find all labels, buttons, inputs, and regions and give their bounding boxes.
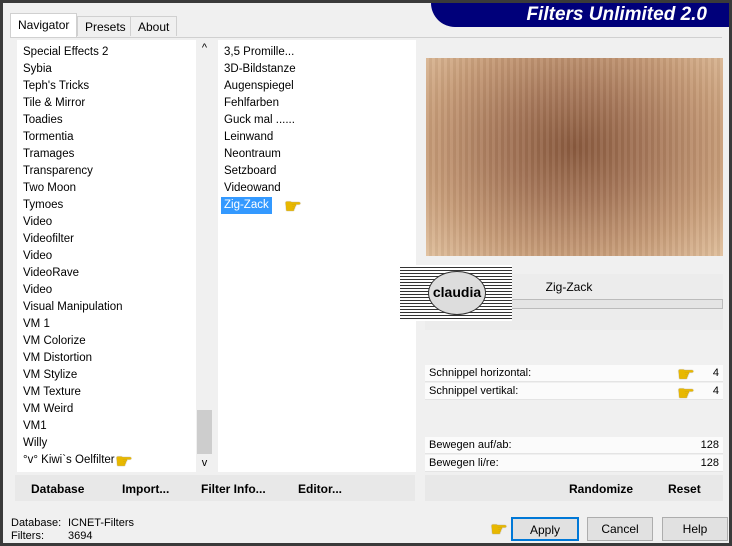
category-item[interactable]: Willy [17,435,213,452]
watermark-logo: claudia [400,265,512,321]
filter-item[interactable]: Neontraum [218,146,416,163]
status-filters-value: 3694 [68,530,93,542]
tab-presets[interactable]: Presets [77,16,134,36]
filter-item-label: Zig-Zack [221,197,272,214]
category-item[interactable]: Tramages [17,146,213,163]
filter-item-label: 3,5 Promille... [224,46,295,58]
category-item[interactable]: Two Moon [17,180,213,197]
filters-unlimited-window: Filters Unlimited 2.0 Navigator Presets … [3,3,729,543]
category-item[interactable]: Tile & Mirror [17,95,213,112]
category-item[interactable]: VM Weird [17,401,213,418]
category-item[interactable]: VM1 [17,418,213,435]
category-item[interactable]: VM Stylize [17,367,213,384]
filter-item[interactable]: Setzboard [218,163,416,180]
category-item[interactable]: VM Colorize [17,333,213,350]
filter-item-label: 3D-Bildstanze [224,63,296,75]
randomize-button[interactable]: Randomize [569,482,633,496]
category-item[interactable]: VideoRave [17,265,213,282]
category-item[interactable]: VM Distortion [17,350,213,367]
title-banner: Filters Unlimited 2.0 [431,3,729,27]
scroll-up-icon[interactable]: ^ [196,42,213,54]
filter-item-label: Fehlfarben [224,97,279,109]
category-item[interactable]: Special Effects 2 [17,44,213,61]
category-item[interactable]: Videofilter [17,231,213,248]
filter-info-button[interactable]: Filter Info... [201,482,266,496]
pointing-hand-icon: ☛ [284,196,302,218]
category-item[interactable]: Video [17,214,213,231]
left-button-bar: Database Import... Filter Info... Editor… [15,475,415,501]
filter-item[interactable]: Fehlfarben [218,95,416,112]
category-item[interactable]: Tormentia [17,129,213,146]
filter-item[interactable]: Videowand [218,180,416,197]
filter-item[interactable]: 3D-Bildstanze [218,61,416,78]
filter-item-label: Videowand [224,182,281,194]
filter-item[interactable]: Zig-Zack [218,197,416,214]
category-item[interactable]: Visual Manipulation [17,299,213,316]
filter-item[interactable]: Guck mal ...... [218,112,416,129]
filter-item-label: Setzboard [224,165,277,177]
category-item[interactable]: Toadies [17,112,213,129]
category-item[interactable]: Sybia [17,61,213,78]
help-button[interactable]: Help [662,517,728,541]
reset-button[interactable]: Reset [668,482,701,496]
filter-item-label: Neontraum [224,148,281,160]
param-bewegen-li-re[interactable]: Bewegen li/re: 128 [425,455,723,472]
filter-item[interactable]: Augenspiegel [218,78,416,95]
category-item[interactable]: Video [17,282,213,299]
pointing-hand-icon: ☛ [677,364,695,386]
filter-item[interactable]: Leinwand [218,129,416,146]
cancel-button[interactable]: Cancel [587,517,653,541]
import-button[interactable]: Import... [122,482,169,496]
category-item[interactable]: Tymoes [17,197,213,214]
scroll-down-icon[interactable]: v [196,457,213,469]
status-database-label: Database: [11,517,62,529]
param-bewegen-auf-ab[interactable]: Bewegen auf/ab: 128 [425,437,723,454]
filter-list[interactable]: 3,5 Promille... 3D-Bildstanze Augenspiegel… [218,40,416,472]
filter-item-label: Leinwand [224,131,274,143]
category-item[interactable]: Teph's Tricks [17,78,213,95]
tab-about[interactable]: About [130,16,178,36]
category-item[interactable]: Video [17,248,213,265]
filter-item-label: Augenspiegel [224,80,294,92]
category-item[interactable]: VM Texture [17,384,213,401]
tab-navigator[interactable]: Navigator [10,13,78,37]
apply-button[interactable]: Apply [511,517,579,541]
editor-button[interactable]: Editor... [298,482,342,496]
pointing-hand-icon: ☛ [490,519,508,541]
status-filters-label: Filters: [11,530,44,542]
right-button-bar: Randomize Reset [425,475,723,501]
status-database-value: ICNET-Filters [68,517,134,529]
category-list[interactable]: Special Effects 2 Sybia Teph's Tricks Tile … [17,40,213,472]
category-item[interactable]: VM 1 [17,316,213,333]
category-item[interactable]: Transparency [17,163,213,180]
category-scrollbar[interactable]: ^ v [196,40,213,472]
preview-image [426,58,723,256]
scroll-thumb[interactable] [197,410,212,454]
filter-item-label: Guck mal ...... [224,114,295,126]
database-button[interactable]: Database [31,482,84,496]
pointing-hand-icon: ☛ [115,451,133,473]
pointing-hand-icon: ☛ [677,383,695,405]
filter-item[interactable]: 3,5 Promille... [218,44,416,61]
